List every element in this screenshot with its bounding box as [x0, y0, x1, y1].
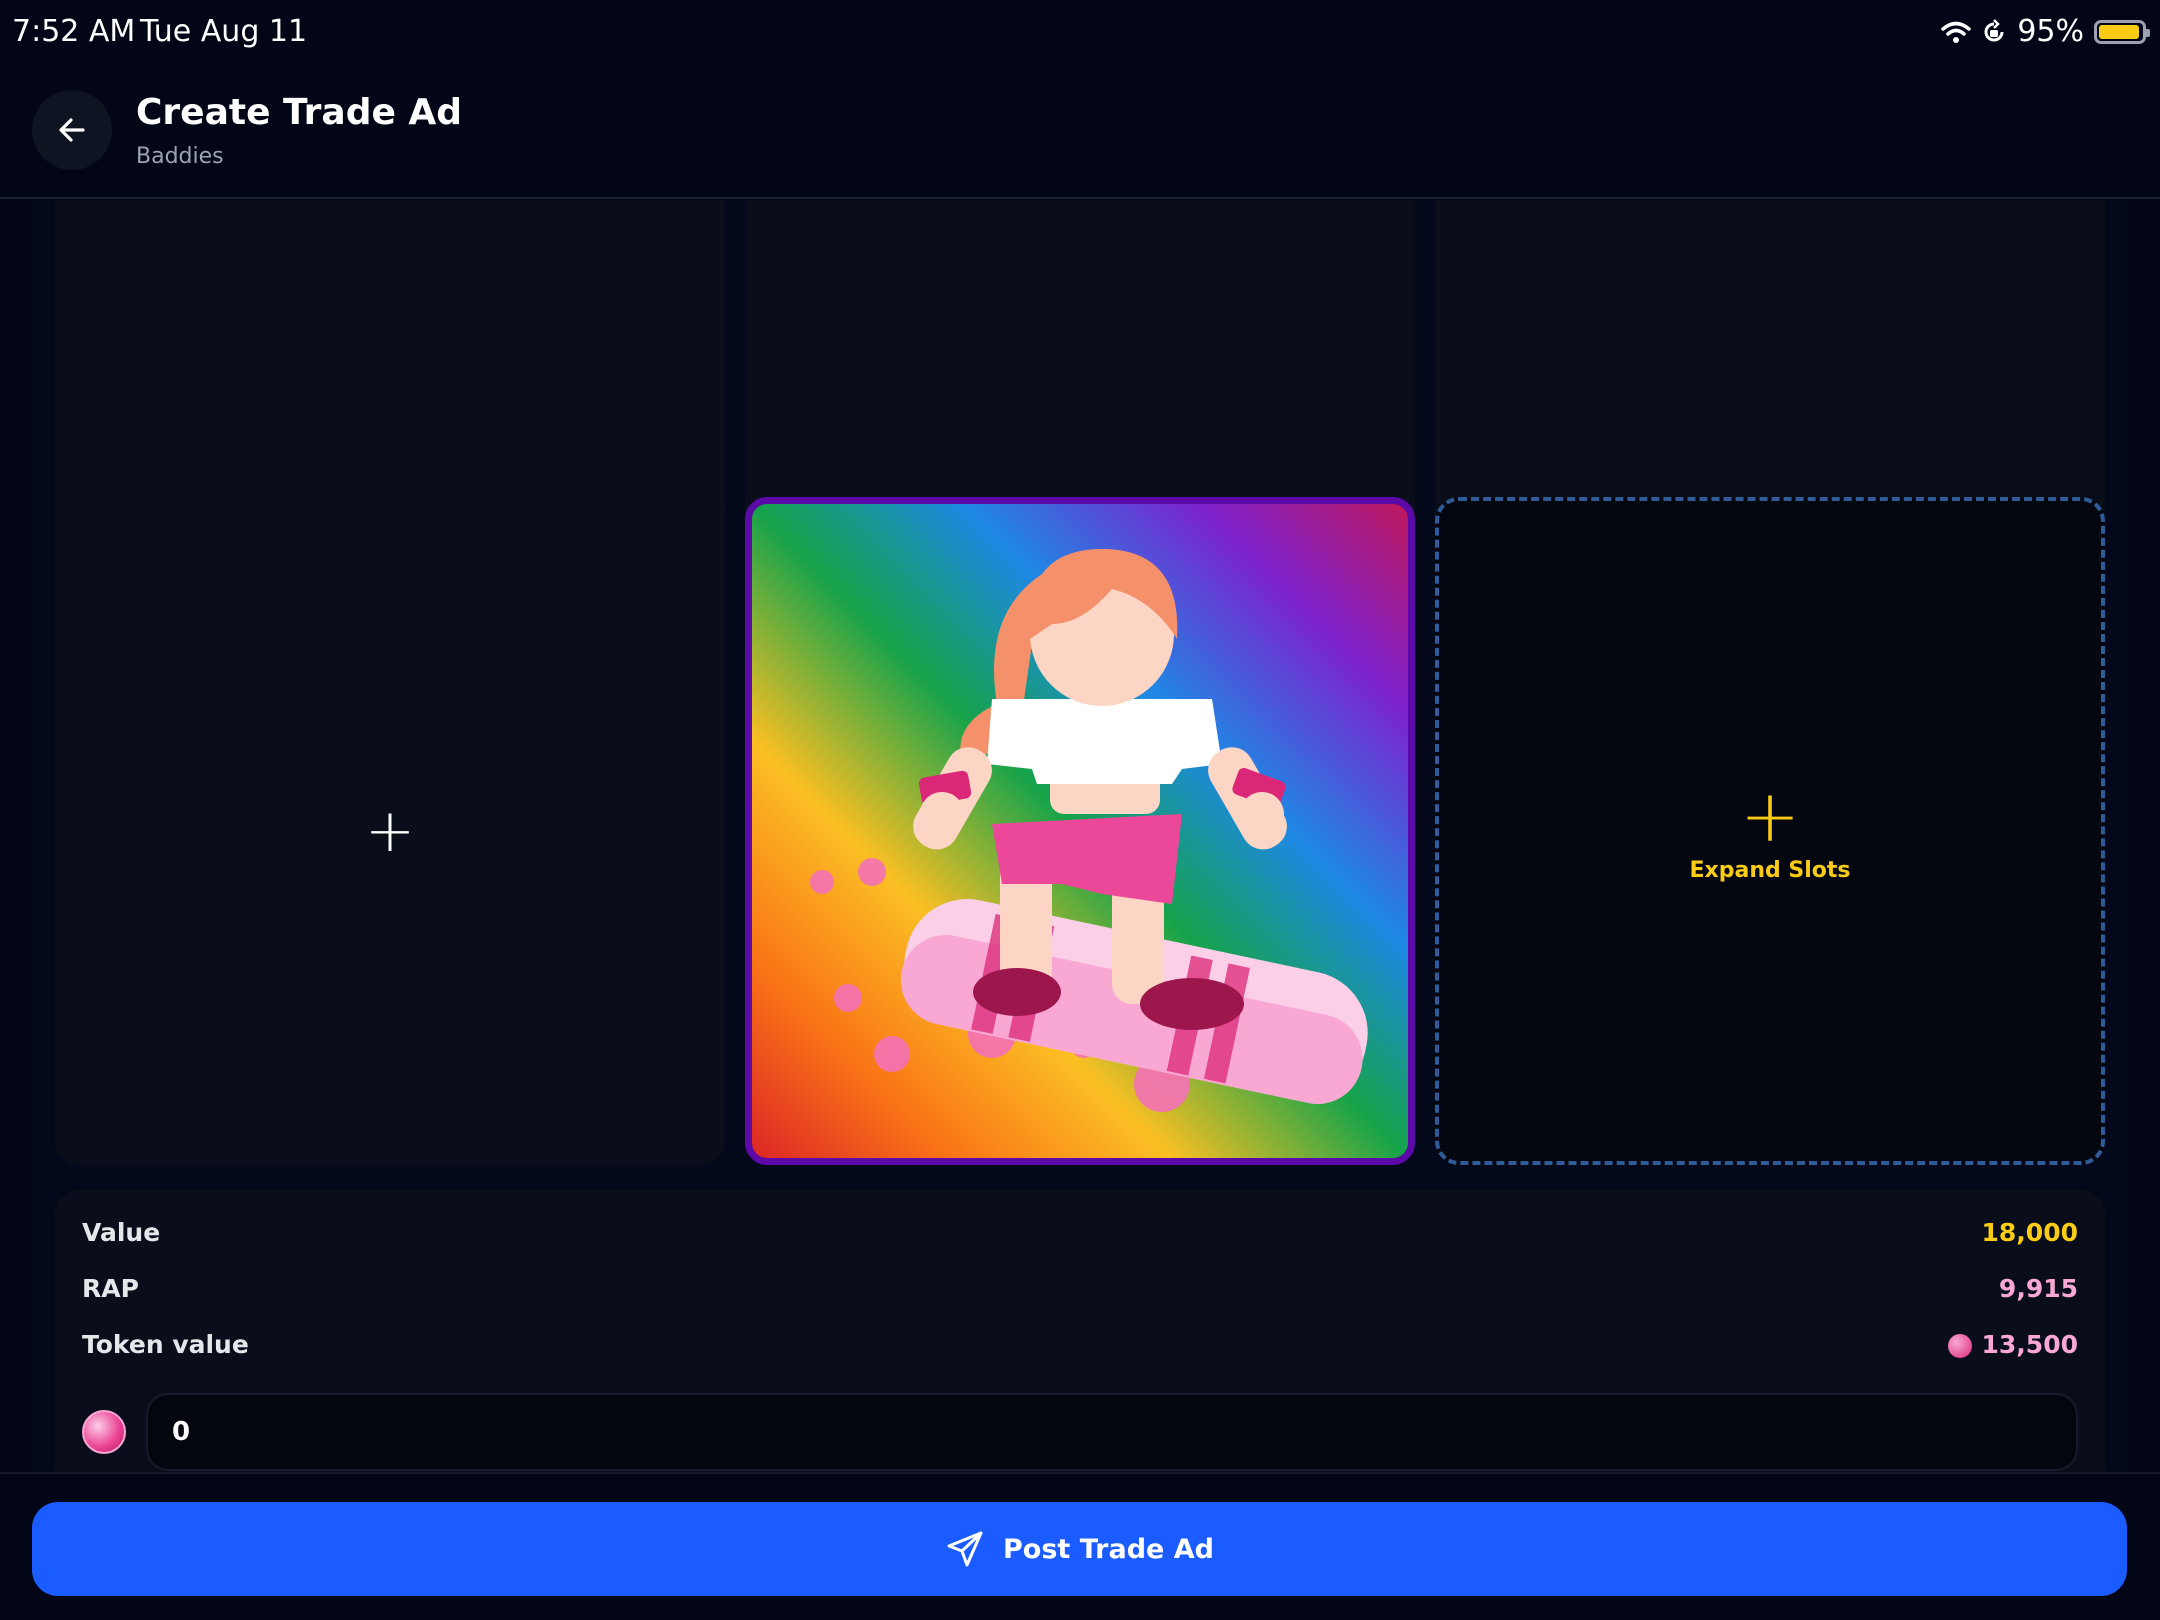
- selected-item-slot[interactable]: [745, 497, 1415, 1165]
- value-summary-panel: Value 18,000 RAP 9,915 Token value 13,50…: [55, 1190, 2105, 1472]
- back-button[interactable]: [32, 90, 112, 170]
- status-bar: 7:52 AM Tue Aug 11 95%: [0, 0, 2160, 64]
- app-header: Create Trade Ad Baddies: [0, 64, 2160, 199]
- post-trade-ad-button[interactable]: Post Trade Ad: [32, 1502, 2127, 1596]
- footer-bar: Post Trade Ad: [0, 1472, 2160, 1620]
- token-value-label: Token value: [82, 1329, 249, 1359]
- token-coin-icon: [1947, 1333, 1972, 1358]
- status-time: 7:52 AM: [12, 14, 136, 49]
- arrow-left-icon: [59, 118, 85, 142]
- battery-level-fill: [2099, 24, 2139, 39]
- rap-row: RAP 9,915: [82, 1268, 2078, 1308]
- add-item-slot[interactable]: +: [55, 497, 725, 1165]
- battery-percentage: 95%: [2017, 14, 2084, 49]
- orientation-lock-icon: [1984, 18, 2004, 41]
- skateboard-girl-item: [752, 504, 1408, 1158]
- rap-amount: 9,915: [1998, 1273, 2078, 1303]
- rap-label: RAP: [82, 1273, 139, 1303]
- token-amount-input[interactable]: [146, 1393, 2078, 1471]
- value-label: Value: [82, 1217, 161, 1247]
- post-trade-ad-label: Post Trade Ad: [1003, 1533, 1214, 1565]
- trade-ad-content: + + Expand Slots Value 18,000 RAP 9,915 …: [33, 200, 2128, 1472]
- token-value-row: Token value 13,500: [82, 1324, 2078, 1364]
- token-value-amount-wrap: 13,500: [1947, 1329, 2078, 1359]
- status-date: Tue Aug 11: [140, 14, 308, 49]
- send-icon: [947, 1531, 983, 1567]
- wifi-icon: [1941, 21, 1972, 43]
- expand-slots-label: Expand Slots: [1689, 857, 1851, 883]
- page-title: Create Trade Ad: [136, 92, 463, 133]
- value-amount: 18,000: [1981, 1217, 2078, 1247]
- plus-icon: +: [1739, 773, 1801, 858]
- token-input-row: [82, 1392, 2078, 1472]
- battery-icon: [2094, 19, 2150, 44]
- plus-icon: +: [364, 796, 416, 866]
- page-subtitle: Baddies: [136, 144, 224, 169]
- status-indicators: 95%: [1941, 14, 2150, 49]
- value-row: Value 18,000: [82, 1212, 2078, 1252]
- expand-slots-button[interactable]: + Expand Slots: [1435, 497, 2105, 1165]
- token-value-amount: 13,500: [1981, 1329, 2078, 1359]
- token-coin-icon: [82, 1410, 126, 1454]
